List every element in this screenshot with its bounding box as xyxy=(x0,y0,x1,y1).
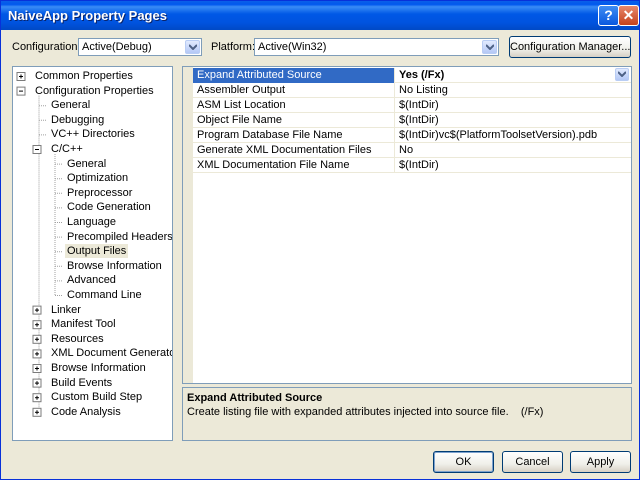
plus-box-icon[interactable] xyxy=(32,378,42,388)
description-text: Create listing file with expanded attrib… xyxy=(187,406,543,418)
tree-node[interactable]: Build Events xyxy=(49,376,114,390)
plus-box-icon[interactable] xyxy=(16,72,26,81)
tree-node[interactable]: VC++ Directories xyxy=(49,127,137,141)
property-value-text: $(IntDir)vc$(PlatformToolsetVersion).pdb xyxy=(399,129,598,141)
description-panel: Expand Attributed Source Create listing … xyxy=(182,387,632,441)
property-value-text: $(IntDir) xyxy=(399,99,439,111)
property-value[interactable]: Yes (/Fx) xyxy=(399,68,631,83)
chevron-down-icon[interactable] xyxy=(482,40,497,54)
tree-node[interactable]: Custom Build Step xyxy=(49,390,144,404)
tree-node[interactable]: Advanced xyxy=(65,273,118,287)
configuration-manager-button[interactable]: Configuration Manager... xyxy=(509,36,631,58)
property-name[interactable]: Assembler Output xyxy=(193,83,395,98)
property-value-text: Yes (/Fx) xyxy=(399,69,445,81)
tree-node[interactable]: General xyxy=(65,157,108,171)
platform-select[interactable]: Active(Win32) xyxy=(254,38,499,56)
property-value-text: No Listing xyxy=(399,84,448,96)
close-icon: ✕ xyxy=(622,7,635,23)
minus-box-icon[interactable] xyxy=(32,145,42,154)
property-name[interactable]: ASM List Location xyxy=(193,98,395,113)
tree-node[interactable]: Configuration Properties xyxy=(33,84,156,98)
property-value[interactable]: $(IntDir) xyxy=(399,113,631,128)
description-body: Create listing file with expanded attrib… xyxy=(187,406,509,418)
tree-node[interactable]: Code Analysis xyxy=(49,405,123,419)
property-name[interactable]: XML Documentation File Name xyxy=(193,158,395,173)
chevron-down-icon[interactable] xyxy=(185,40,200,54)
tree-node[interactable]: Command Line xyxy=(65,288,144,302)
property-row[interactable]: ASM List Location $(IntDir) xyxy=(193,98,631,113)
property-value[interactable]: $(IntDir) xyxy=(399,98,631,113)
description-title: Expand Attributed Source xyxy=(187,392,323,404)
tree-node[interactable]: Browse Information xyxy=(65,259,164,273)
plus-box-icon[interactable] xyxy=(32,320,42,330)
property-value[interactable]: $(IntDir) xyxy=(399,158,631,173)
tree-node[interactable]: Debugging xyxy=(49,113,106,127)
property-value-text: No xyxy=(399,144,414,156)
tree-node[interactable]: Preprocessor xyxy=(65,186,134,200)
tree-node[interactable]: Resources xyxy=(49,332,106,346)
configuration-value: Active(Debug) xyxy=(82,41,152,53)
property-name[interactable]: Expand Attributed Source xyxy=(193,68,395,83)
title-bar[interactable]: NaiveApp Property Pages ? ✕ xyxy=(1,1,639,30)
platform-label: Platform: xyxy=(211,41,256,53)
property-row[interactable]: Object File Name $(IntDir) xyxy=(193,113,631,128)
property-row[interactable]: Expand Attributed Source Yes (/Fx) xyxy=(193,68,631,83)
tree-node[interactable]: XML Document Generator xyxy=(49,346,172,360)
tree-node[interactable]: Language xyxy=(65,215,118,229)
property-row[interactable]: Assembler Output No Listing xyxy=(193,83,631,98)
help-button[interactable]: ? xyxy=(598,5,619,26)
configuration-label: Configuration: xyxy=(12,41,81,53)
tree-node[interactable]: Optimization xyxy=(65,171,130,185)
tree-node[interactable]: Manifest Tool xyxy=(49,317,118,331)
ok-button[interactable]: OK xyxy=(433,451,494,473)
property-value[interactable]: No Listing xyxy=(399,83,631,98)
property-value-text: $(IntDir) xyxy=(399,114,439,126)
cancel-button[interactable]: Cancel xyxy=(502,451,563,473)
property-name[interactable]: Generate XML Documentation Files xyxy=(193,143,395,158)
description-switch: (/Fx) xyxy=(520,406,544,418)
property-name[interactable]: Object File Name xyxy=(193,113,395,128)
close-button[interactable]: ✕ xyxy=(618,5,639,26)
property-value[interactable]: No xyxy=(399,143,631,158)
property-row[interactable]: Generate XML Documentation Files No xyxy=(193,143,631,158)
tree-node[interactable]: General xyxy=(49,98,92,112)
apply-button[interactable]: Apply xyxy=(570,451,631,473)
tree-node[interactable]: Common Properties xyxy=(33,69,135,83)
tree-node[interactable]: C/C++ xyxy=(49,142,85,156)
platform-value: Active(Win32) xyxy=(258,41,327,53)
property-value-text: $(IntDir) xyxy=(399,159,439,171)
configuration-select[interactable]: Active(Debug) xyxy=(78,38,202,56)
window-title: NaiveApp Property Pages xyxy=(8,8,167,23)
chevron-down-icon[interactable] xyxy=(615,68,629,81)
property-row[interactable]: XML Documentation File Name $(IntDir) xyxy=(193,158,631,173)
plus-box-icon[interactable] xyxy=(32,349,42,359)
property-value[interactable]: $(IntDir)vc$(PlatformToolsetVersion).pdb xyxy=(399,128,631,143)
minus-box-icon[interactable] xyxy=(16,86,26,96)
plus-box-icon[interactable] xyxy=(32,305,42,315)
plus-box-icon[interactable] xyxy=(32,364,42,373)
plus-box-icon[interactable] xyxy=(32,393,42,403)
tree-node[interactable]: Linker xyxy=(49,303,83,317)
property-grid[interactable]: Expand Attributed Source Yes (/Fx) Assembl… xyxy=(182,66,632,384)
tree-node[interactable]: Output Files xyxy=(65,244,129,259)
grid-gutter xyxy=(183,67,193,383)
help-icon: ? xyxy=(604,7,613,23)
plus-box-icon[interactable] xyxy=(32,334,42,344)
property-name[interactable]: Program Database File Name xyxy=(193,128,395,143)
property-pages-dialog: NaiveApp Property Pages ? ✕ Configuratio… xyxy=(0,0,640,480)
tree-node[interactable]: Browse Information xyxy=(49,361,148,375)
property-tree[interactable]: Common Properties Configuration Propertie… xyxy=(12,66,173,441)
plus-box-icon[interactable] xyxy=(32,407,42,417)
property-row[interactable]: Program Database File Name $(IntDir)vc$(P… xyxy=(193,128,631,143)
tree-node[interactable]: Precompiled Headers xyxy=(65,230,172,244)
tree-node[interactable]: Code Generation xyxy=(65,200,153,214)
